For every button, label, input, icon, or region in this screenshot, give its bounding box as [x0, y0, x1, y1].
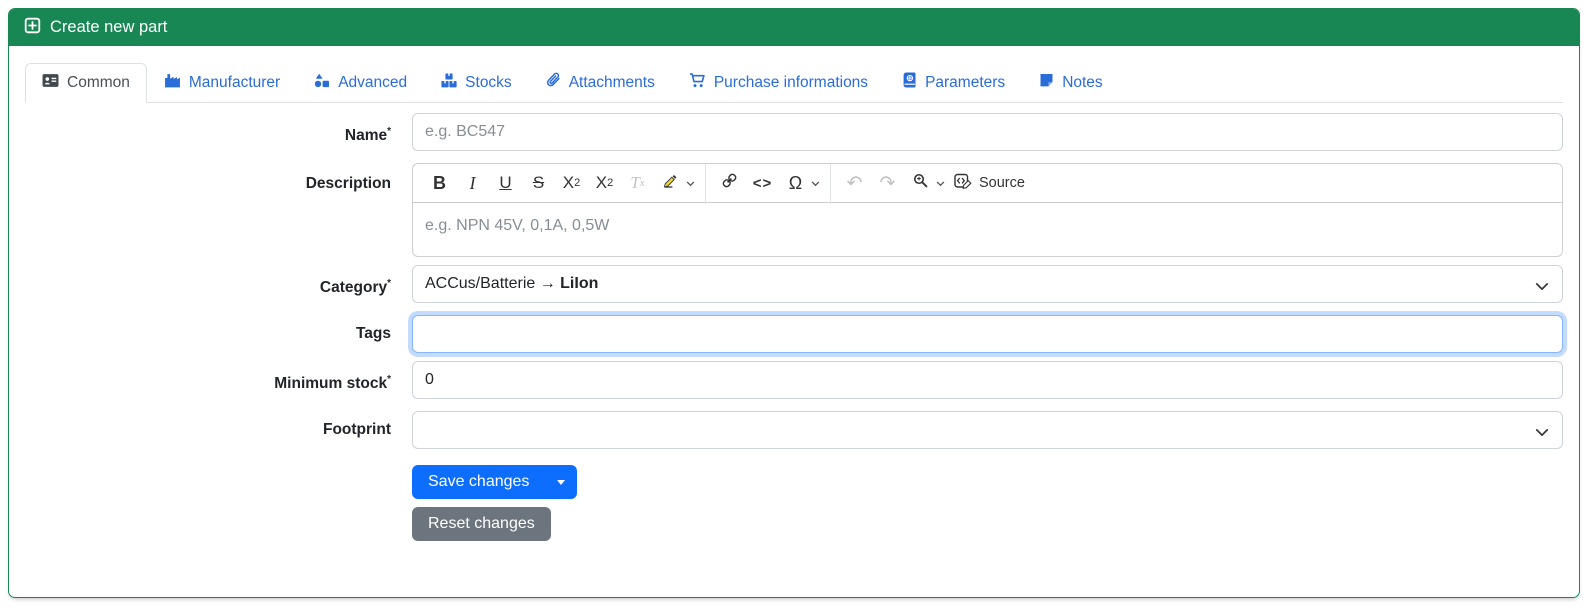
tab-common[interactable]: Common — [25, 63, 147, 103]
editor-placeholder: e.g. NPN 45V, 0,1A, 0,5W — [425, 217, 610, 235]
special-characters-button[interactable]: Ω — [781, 168, 810, 198]
minimum-stock-label: Minimum stock* — [274, 374, 391, 393]
find-and-replace-button[interactable] — [906, 168, 935, 198]
toolbar-separator — [830, 164, 831, 205]
special-characters-dropdown-chevron[interactable] — [811, 179, 820, 188]
save-button[interactable]: Save changes — [412, 465, 545, 499]
paperclip-icon — [546, 72, 561, 93]
category-select[interactable]: ACCus/Batterie → LiIon — [412, 265, 1563, 304]
editor-content-area[interactable]: e.g. NPN 45V, 0,1A, 0,5W — [412, 203, 1563, 258]
save-button-group: Save changes — [412, 465, 578, 500]
italic-button[interactable]: I — [458, 168, 487, 198]
tab-attachments[interactable]: Attachments — [529, 62, 672, 103]
footprint-label: Footprint — [322, 421, 391, 439]
actions-spacer — [25, 465, 391, 541]
undo-button[interactable]: ↶ — [840, 168, 869, 198]
editor-toolbar: B I U S X2 X2 Tx <> Ω ↶ ↷ Source — [412, 163, 1563, 205]
highlighter-icon — [662, 172, 679, 194]
tab-label: Attachments — [568, 73, 655, 91]
find-replace-icon — [912, 172, 929, 194]
caret-down-icon — [557, 479, 566, 485]
tab-advanced[interactable]: Advanced — [297, 63, 424, 103]
category-row: Category* ACCus/Batterie → LiIon — [25, 265, 1563, 307]
source-button-label: Source — [979, 175, 1025, 192]
reset-button[interactable]: Reset changes — [412, 507, 551, 542]
link-button[interactable] — [715, 168, 744, 198]
sticky-note-icon — [1039, 73, 1054, 93]
find-and-replace-dropdown-chevron[interactable] — [936, 179, 945, 188]
footprint-row: Footprint — [25, 411, 1563, 450]
actions-row: Save changes Reset changes — [25, 465, 1563, 542]
tab-label: Common — [67, 74, 130, 91]
name-input[interactable] — [412, 113, 1563, 151]
redo-button[interactable]: ↷ — [873, 168, 902, 198]
create-part-form: Name* Description B I U S X2 X2 Tx — [25, 103, 1563, 542]
page-title: Create new part — [50, 18, 168, 36]
tags-row: Tags — [25, 315, 1563, 354]
highlight-button[interactable] — [656, 168, 685, 198]
boxes-stacked-icon — [441, 73, 457, 93]
card-header: Create new part — [9, 9, 1579, 46]
tab-label: Advanced — [338, 74, 408, 91]
tags-input[interactable] — [412, 315, 1563, 354]
bold-button[interactable]: B — [425, 168, 454, 198]
source-icon — [954, 172, 973, 195]
address-card-icon — [42, 73, 59, 93]
factory-icon — [164, 73, 181, 93]
shapes-icon — [314, 73, 330, 93]
tab-bar: Common Manufacturer Advanced Stocks Atta… — [25, 62, 1563, 103]
highlight-dropdown-chevron[interactable] — [686, 179, 695, 188]
tab-manufacturer[interactable]: Manufacturer — [147, 63, 297, 103]
create-part-card: Create new part Common Manufacturer Adva… — [8, 8, 1580, 598]
tab-parameters[interactable]: Parameters — [885, 62, 1022, 103]
tab-purchase-informations[interactable]: Purchase informations — [672, 63, 885, 103]
tab-label: Purchase informations — [713, 74, 869, 91]
toolbar-separator — [705, 164, 706, 205]
tags-label: Tags — [355, 325, 391, 343]
tab-label: Manufacturer — [188, 74, 281, 91]
card-body: Common Manufacturer Advanced Stocks Atta… — [9, 46, 1579, 557]
rich-text-editor: B I U S X2 X2 Tx <> Ω ↶ ↷ Source e.g. NP… — [412, 163, 1563, 258]
tab-notes[interactable]: Notes — [1022, 63, 1120, 103]
required-marker: * — [387, 374, 391, 386]
required-marker: * — [387, 278, 391, 290]
atlas-book-icon — [902, 72, 917, 93]
minimum-stock-input[interactable] — [412, 361, 1563, 400]
category-value-selected: LiIon — [560, 275, 599, 293]
chevron-down-icon — [1535, 279, 1549, 297]
description-row: Description B I U S X2 X2 Tx <> Ω ↶ ↷ So… — [25, 163, 1563, 258]
name-label: Name* — [344, 126, 391, 145]
required-marker: * — [387, 126, 391, 137]
underline-button[interactable]: U — [491, 168, 520, 198]
code-button[interactable]: <> — [748, 168, 777, 198]
link-icon — [721, 172, 738, 194]
save-dropdown-toggle[interactable] — [545, 465, 577, 499]
footprint-select[interactable] — [412, 411, 1563, 450]
minimum-stock-row: Minimum stock* — [25, 361, 1563, 403]
shopping-cart-icon — [689, 73, 706, 93]
description-label: Description — [305, 175, 391, 193]
source-button[interactable]: Source — [948, 168, 1031, 198]
chevron-down-icon — [1535, 425, 1549, 443]
remove-format-button[interactable]: Tx — [623, 168, 652, 198]
superscript-button[interactable]: X2 — [590, 168, 619, 198]
tab-label: Stocks — [465, 74, 512, 91]
category-label: Category* — [319, 278, 391, 297]
strikethrough-button[interactable]: S — [524, 168, 553, 198]
tab-label: Notes — [1062, 74, 1103, 91]
tab-stocks[interactable]: Stocks — [424, 63, 529, 103]
name-row: Name* — [25, 113, 1563, 155]
category-value-prefix: ACCus/Batterie → — [425, 275, 561, 293]
subscript-button[interactable]: X2 — [557, 168, 586, 198]
tab-label: Parameters — [925, 73, 1006, 91]
square-plus-icon — [24, 17, 41, 39]
